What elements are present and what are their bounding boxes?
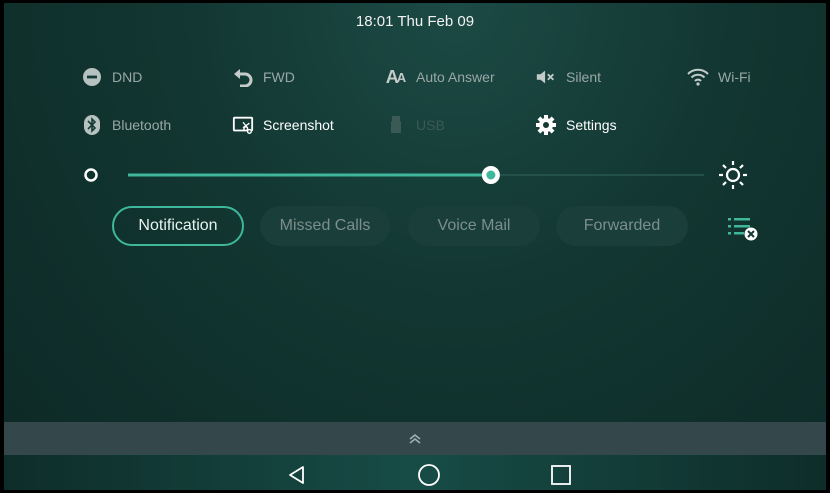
- screenshot-button[interactable]: Screenshot: [232, 110, 334, 140]
- brightness-low-icon: [84, 168, 98, 182]
- recents-button[interactable]: [546, 461, 576, 489]
- usb-label: USB: [416, 117, 445, 133]
- tab-voice-mail[interactable]: Voice Mail: [408, 206, 540, 246]
- brightness-slider[interactable]: [4, 158, 826, 192]
- quick-settings-row-1: DND FWD AA Auto Answer Silent Wi-Fi: [4, 62, 826, 92]
- tab-missed-calls[interactable]: Missed Calls: [260, 206, 390, 246]
- quick-settings-row-2: Bluetooth Screenshot USB Settings: [4, 110, 826, 140]
- brightness-high-icon: [719, 161, 747, 189]
- dnd-label: DND: [112, 69, 143, 85]
- tab-notification-label: Notification: [138, 217, 218, 234]
- datetime: 18:01 Thu Feb 09: [355, 13, 475, 30]
- collapse-handle[interactable]: [4, 422, 826, 455]
- navigation-bar: [4, 455, 826, 490]
- silent-icon: [535, 66, 557, 88]
- auto-answer-label: Auto Answer: [416, 69, 495, 85]
- back-triangle-icon: [289, 466, 304, 484]
- settings-button[interactable]: Settings: [535, 110, 617, 140]
- tab-forwarded-label: Forwarded: [583, 217, 661, 234]
- tab-voice-mail-label: Voice Mail: [437, 217, 511, 234]
- wifi-icon: [687, 66, 709, 88]
- home-button[interactable]: [414, 461, 444, 489]
- usb-icon: [385, 114, 407, 136]
- clear-all-button[interactable]: [726, 214, 760, 242]
- tab-forwarded[interactable]: Forwarded: [556, 206, 688, 246]
- dnd-toggle[interactable]: DND: [81, 62, 142, 92]
- slider-thumb-center: [486, 170, 496, 180]
- forward-icon: [232, 66, 254, 88]
- screenshot-label: Screenshot: [263, 117, 334, 133]
- chevron-up-icon: [409, 433, 421, 444]
- bluetooth-label: Bluetooth: [112, 117, 172, 133]
- usb-toggle: USB: [385, 110, 445, 140]
- status-bar: 18:01 Thu Feb 09: [4, 3, 826, 41]
- auto-answer-icon: AA: [385, 66, 407, 87]
- silent-toggle[interactable]: Silent: [535, 62, 601, 92]
- fwd-label: FWD: [263, 69, 295, 85]
- gear-icon: [535, 114, 557, 136]
- back-button[interactable]: [282, 461, 312, 489]
- silent-label: Silent: [566, 69, 602, 85]
- tab-missed-calls-label: Missed Calls: [279, 217, 371, 234]
- settings-label: Settings: [566, 117, 617, 133]
- bluetooth-icon: [81, 114, 103, 136]
- tab-notification[interactable]: Notification: [112, 206, 244, 246]
- wifi-toggle[interactable]: Wi-Fi: [687, 62, 751, 92]
- fwd-toggle[interactable]: FWD: [232, 62, 295, 92]
- auto-answer-toggle[interactable]: AA Auto Answer: [385, 62, 495, 92]
- wifi-label: Wi-Fi: [718, 69, 751, 85]
- phone-screen: 18:01 Thu Feb 09 DND FWD AA Auto Answer: [0, 0, 830, 493]
- screenshot-icon: [232, 114, 254, 136]
- bluetooth-toggle[interactable]: Bluetooth: [81, 110, 171, 140]
- clear-list-icon: [728, 218, 758, 241]
- notification-tabs: Notification Missed Calls Voice Mail For…: [4, 206, 826, 250]
- dnd-icon: [81, 66, 103, 88]
- recents-square-icon: [551, 465, 571, 485]
- home-circle-icon: [418, 464, 440, 486]
